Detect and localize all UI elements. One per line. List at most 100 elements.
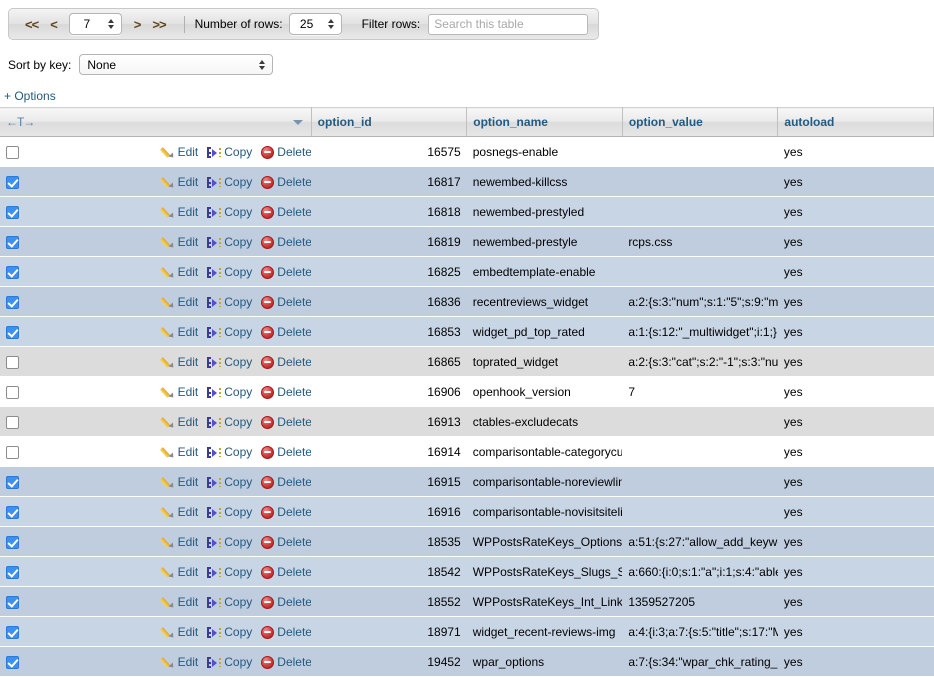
row-actions-cell[interactable]: Edit Copy Delete — [155, 286, 312, 317]
edit-link[interactable]: Edit — [159, 355, 198, 370]
row-actions-cell[interactable]: Edit Copy Delete — [155, 556, 312, 587]
copy-link[interactable]: Copy — [207, 625, 252, 639]
delete-link[interactable]: Delete — [261, 535, 311, 549]
edit-link[interactable]: Edit — [159, 475, 198, 490]
delete-link[interactable]: Delete — [261, 355, 311, 369]
row-checkbox[interactable] — [6, 415, 19, 429]
delete-link[interactable]: Delete — [261, 325, 311, 339]
row-checkbox[interactable] — [6, 595, 19, 609]
delete-link[interactable]: Delete — [261, 205, 311, 219]
edit-link[interactable]: Edit — [159, 595, 198, 610]
previous-page-button[interactable]: < — [44, 17, 63, 32]
row-select-cell[interactable] — [0, 616, 156, 647]
copy-link[interactable]: Copy — [207, 295, 252, 309]
row-actions-cell[interactable]: Edit Copy Delete — [155, 646, 312, 677]
row-select-cell[interactable] — [0, 256, 156, 287]
row-actions-cell[interactable]: Edit Copy Delete — [155, 226, 312, 257]
row-select-cell[interactable] — [0, 526, 156, 557]
edit-link[interactable]: Edit — [159, 385, 198, 400]
row-select-cell[interactable] — [0, 376, 156, 407]
header-option-id[interactable]: option_id — [311, 107, 468, 137]
row-actions-cell[interactable]: Edit Copy Delete — [155, 526, 312, 557]
table-row[interactable]: Edit Copy Delete 18552 WPPostsRateKeys_Int_L… — [0, 586, 934, 617]
filter-rows-input[interactable] — [428, 13, 589, 35]
edit-link[interactable]: Edit — [159, 565, 198, 580]
row-checkbox[interactable] — [6, 385, 19, 399]
copy-link[interactable]: Copy — [207, 175, 252, 189]
row-select-cell[interactable] — [0, 406, 156, 437]
delete-link[interactable]: Delete — [261, 175, 311, 189]
row-checkbox[interactable] — [6, 355, 19, 369]
edit-link[interactable]: Edit — [159, 205, 198, 220]
row-select-cell[interactable] — [0, 556, 156, 587]
copy-link[interactable]: Copy — [207, 415, 252, 429]
edit-link[interactable]: Edit — [159, 175, 198, 190]
options-toggle-link[interactable]: + Options — [0, 75, 934, 107]
copy-link[interactable]: Copy — [207, 595, 252, 609]
page-number-spinner-icon[interactable] — [104, 15, 121, 33]
table-row[interactable]: Edit Copy Delete 16915 comparisontable-norev… — [0, 466, 934, 497]
copy-link[interactable]: Copy — [207, 565, 252, 579]
row-checkbox[interactable] — [6, 325, 19, 339]
row-select-cell[interactable] — [0, 226, 156, 257]
sort-by-key-select[interactable]: None — [79, 54, 274, 75]
delete-link[interactable]: Delete — [261, 625, 311, 639]
delete-link[interactable]: Delete — [261, 475, 311, 489]
row-select-cell[interactable] — [0, 466, 156, 497]
table-row[interactable]: Edit Copy Delete 16916 comparisontable-novis… — [0, 496, 934, 527]
table-row[interactable]: Edit Copy Delete 16865 toprated_widget a:2:{s… — [0, 346, 934, 377]
row-checkbox[interactable] — [6, 565, 19, 579]
edit-link[interactable]: Edit — [159, 295, 198, 310]
table-row[interactable]: Edit Copy Delete 16575 posnegs-enable yes — [0, 136, 934, 167]
row-actions-cell[interactable]: Edit Copy Delete — [155, 616, 312, 647]
edit-link[interactable]: Edit — [159, 505, 198, 520]
table-row[interactable]: Edit Copy Delete 16913 ctables-excludecats ye… — [0, 406, 934, 437]
row-actions-cell[interactable]: Edit Copy Delete — [155, 436, 312, 467]
row-actions-cell[interactable]: Edit Copy Delete — [155, 196, 312, 227]
delete-link[interactable]: Delete — [261, 505, 311, 519]
edit-link[interactable]: Edit — [159, 625, 198, 640]
copy-link[interactable]: Copy — [207, 235, 252, 249]
edit-link[interactable]: Edit — [159, 445, 198, 460]
table-row[interactable]: Edit Copy Delete 19452 wpar_options a:7:{s:34… — [0, 646, 934, 677]
row-actions-cell[interactable]: Edit Copy Delete — [155, 346, 312, 377]
row-actions-cell[interactable]: Edit Copy Delete — [155, 406, 312, 437]
table-row[interactable]: Edit Copy Delete 16819 newembed-prestyle rcps… — [0, 226, 934, 257]
table-row[interactable]: Edit Copy Delete 16906 openhook_version 7 yes — [0, 376, 934, 407]
copy-link[interactable]: Copy — [207, 505, 252, 519]
number-of-rows-stepper[interactable] — [288, 13, 342, 35]
row-checkbox[interactable] — [6, 445, 19, 459]
delete-link[interactable]: Delete — [261, 595, 311, 609]
table-row[interactable]: Edit Copy Delete 16817 newembed-killcss yes — [0, 166, 934, 197]
row-checkbox[interactable] — [6, 235, 19, 249]
edit-link[interactable]: Edit — [159, 265, 198, 280]
row-select-cell[interactable] — [0, 286, 156, 317]
number-of-rows-input[interactable] — [289, 15, 324, 33]
delete-link[interactable]: Delete — [261, 295, 311, 309]
table-row[interactable]: Edit Copy Delete 18535 WPPostsRateKeys_Optio… — [0, 526, 934, 557]
header-autoload[interactable]: autoload — [777, 107, 934, 137]
row-checkbox[interactable] — [6, 175, 19, 189]
row-actions-cell[interactable]: Edit Copy Delete — [155, 136, 312, 167]
row-select-cell[interactable] — [0, 316, 156, 347]
last-page-button[interactable]: >> — [146, 17, 171, 32]
table-row[interactable]: Edit Copy Delete 16836 recentreviews_widget a… — [0, 286, 934, 317]
edit-link[interactable]: Edit — [159, 235, 198, 250]
row-select-cell[interactable] — [0, 586, 156, 617]
next-page-button[interactable]: > — [128, 17, 147, 32]
table-row[interactable]: Edit Copy Delete 16914 comparisontable-categ… — [0, 436, 934, 467]
delete-link[interactable]: Delete — [261, 265, 311, 279]
copy-link[interactable]: Copy — [207, 535, 252, 549]
delete-link[interactable]: Delete — [261, 445, 311, 459]
copy-link[interactable]: Copy — [207, 325, 252, 339]
delete-link[interactable]: Delete — [261, 235, 311, 249]
table-row[interactable]: Edit Copy Delete 16825 embedtemplate-enable y… — [0, 256, 934, 287]
row-actions-cell[interactable]: Edit Copy Delete — [155, 256, 312, 287]
number-of-rows-spinner-icon[interactable] — [324, 15, 341, 33]
table-row[interactable]: Edit Copy Delete 16853 widget_pd_top_rated a:… — [0, 316, 934, 347]
row-select-cell[interactable] — [0, 196, 156, 227]
row-checkbox[interactable] — [6, 145, 19, 159]
row-actions-cell[interactable]: Edit Copy Delete — [155, 316, 312, 347]
row-checkbox[interactable] — [6, 205, 19, 219]
delete-link[interactable]: Delete — [261, 145, 311, 159]
